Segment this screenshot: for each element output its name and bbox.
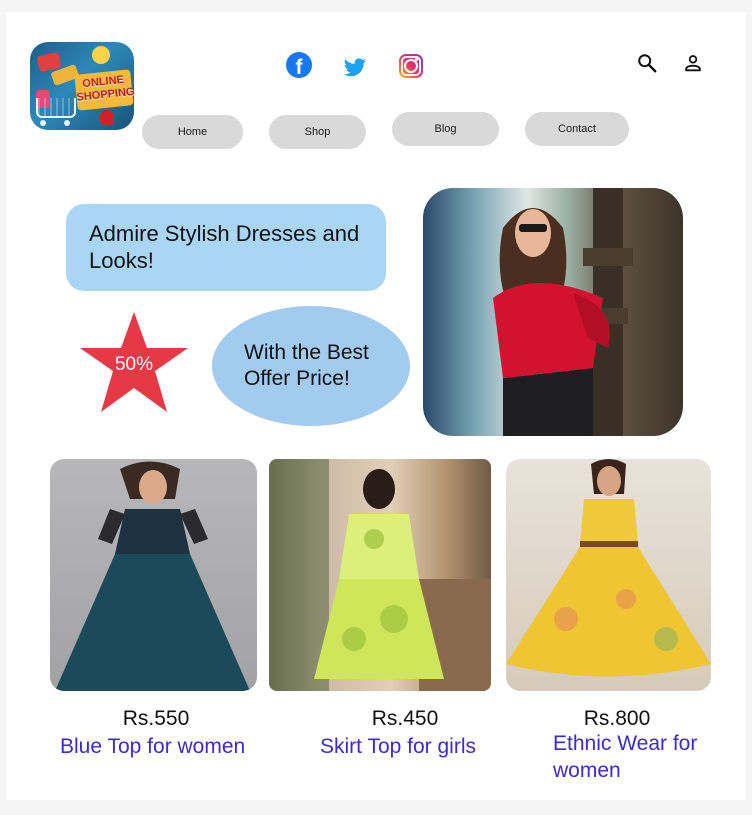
- product-image-3[interactable]: [506, 459, 711, 691]
- discount-badge-text: 50%: [114, 354, 154, 375]
- user-glyph: [685, 55, 701, 72]
- site-logo[interactable]: ONLINE SHOPPING: [30, 42, 134, 130]
- instagram-dot: [415, 58, 418, 61]
- hero-headline-box: Admire Stylish Dresses and Looks!: [66, 204, 386, 291]
- coin-icon: [92, 46, 110, 64]
- instagram-icon[interactable]: [399, 54, 423, 78]
- mouse-icon: [100, 110, 114, 126]
- page-container: ONLINE SHOPPING f Home Shop Blog Contact…: [6, 12, 746, 800]
- logo-badge: ONLINE SHOPPING: [74, 69, 134, 111]
- twitter-bird-glyph: [344, 58, 366, 77]
- dress-illustration-3: [506, 459, 711, 677]
- product-price-2: Rs.450: [371, 707, 439, 730]
- nav-contact-button[interactable]: Contact: [525, 112, 629, 146]
- offer-text: With the Best Offer Price!: [244, 341, 369, 390]
- search-glyph: [638, 54, 657, 73]
- nav-home-button[interactable]: Home: [142, 115, 243, 149]
- facebook-icon[interactable]: f: [286, 52, 312, 79]
- hero-model-image[interactable]: [423, 188, 683, 436]
- product-image-1[interactable]: [50, 459, 257, 691]
- search-icon[interactable]: [636, 52, 658, 74]
- instagram-lens: [404, 59, 418, 73]
- offer-oval: With the Best Offer Price!: [212, 306, 410, 426]
- hero-headline: Admire Stylish Dresses and Looks!: [89, 221, 360, 273]
- product-name-link-2[interactable]: Skirt Top for girls: [320, 733, 520, 760]
- user-icon[interactable]: [682, 52, 704, 74]
- shopping-cart-icon: [36, 98, 76, 118]
- dress-illustration-1: [55, 461, 250, 691]
- cart-wheel: [64, 120, 70, 126]
- dress-illustration-2: [269, 459, 491, 691]
- product-price-1: Rs.550: [122, 707, 190, 730]
- twitter-icon[interactable]: [342, 56, 368, 82]
- hero-model-illustration: [493, 188, 633, 436]
- product-price-3: Rs.800: [583, 707, 651, 730]
- nav-blog-button[interactable]: Blog: [392, 112, 499, 146]
- product-name-link-3[interactable]: Ethnic Wear for women: [553, 730, 743, 784]
- product-name-link-1[interactable]: Blue Top for women: [60, 733, 290, 760]
- cart-wheel: [40, 120, 46, 126]
- nav-shop-button[interactable]: Shop: [269, 115, 366, 149]
- product-image-2[interactable]: [269, 459, 491, 691]
